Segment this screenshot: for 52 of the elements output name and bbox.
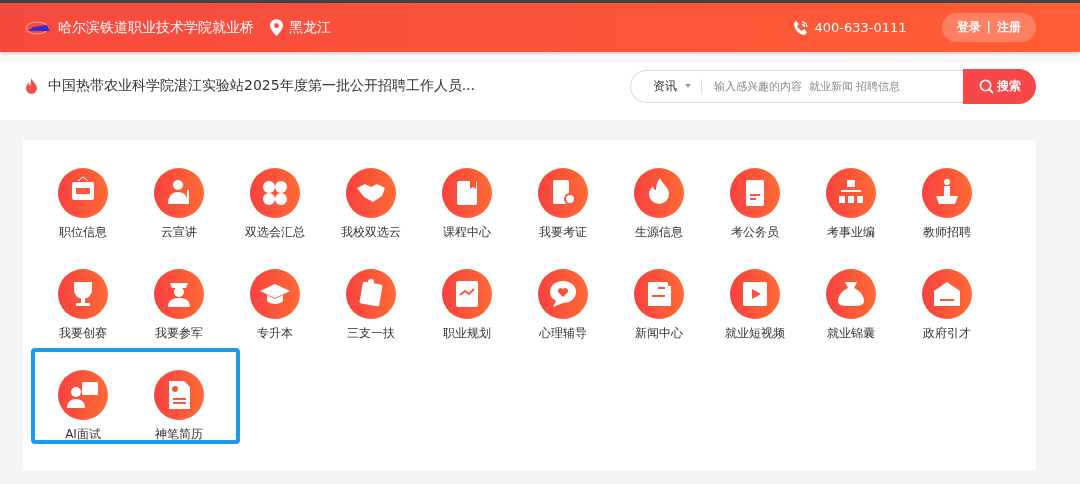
menu-item[interactable]: 教师招聘 bbox=[899, 168, 995, 241]
menu-item[interactable]: 心理辅导 bbox=[515, 269, 611, 342]
book-icon bbox=[442, 168, 492, 218]
search-button[interactable]: 搜索 bbox=[963, 68, 1036, 104]
menu-item[interactable]: 专升本 bbox=[227, 269, 323, 342]
menu-item[interactable]: 三支一扶 bbox=[323, 269, 419, 342]
menu-item[interactable]: 生源信息 bbox=[611, 168, 707, 241]
menu-item[interactable]: 我要参军 bbox=[131, 269, 227, 342]
newspaper-icon bbox=[634, 269, 684, 319]
flame-icon bbox=[25, 77, 38, 95]
flame-icon bbox=[634, 168, 684, 218]
trophy-icon bbox=[58, 269, 108, 319]
menu-item[interactable]: 我校双选云 bbox=[323, 168, 419, 241]
resume-icon bbox=[154, 370, 204, 420]
graduation-cap-icon bbox=[250, 269, 300, 319]
menu-item[interactable]: 政府引才 bbox=[899, 269, 995, 342]
heart-chat-icon bbox=[538, 269, 588, 319]
four-petal-icon bbox=[250, 168, 300, 218]
news-headline[interactable]: 中国热带农业科学院湛江实验站2025年度第一批公开招聘工作人员... bbox=[48, 77, 475, 95]
phone-number: 400-633-0111 bbox=[814, 20, 907, 35]
menu-item[interactable]: 就业短视频 bbox=[707, 269, 803, 342]
org-chart-icon bbox=[826, 168, 876, 218]
job-sign-icon bbox=[58, 168, 108, 218]
menu-item[interactable]: 课程中心 bbox=[419, 168, 515, 241]
video-icon bbox=[730, 269, 780, 319]
building-icon bbox=[922, 269, 972, 319]
chart-board-icon bbox=[442, 269, 492, 319]
menu-item[interactable]: 我要考证 bbox=[515, 168, 611, 241]
clipboard-icon bbox=[346, 269, 396, 319]
menu-item[interactable]: 考公务员 bbox=[707, 168, 803, 241]
search-icon bbox=[978, 78, 994, 94]
menu-item[interactable]: 就业锦囊 bbox=[803, 269, 899, 342]
menu-item[interactable]: AI面试 bbox=[35, 370, 131, 443]
menu-item[interactable]: 职业规划 bbox=[419, 269, 515, 342]
caret-icon bbox=[685, 84, 691, 88]
money-bag-icon bbox=[826, 269, 876, 319]
menu-item[interactable]: 我要创赛 bbox=[35, 269, 131, 342]
menu-item[interactable]: 新闻中心 bbox=[611, 269, 707, 342]
speaker-icon bbox=[154, 168, 204, 218]
phone-icon bbox=[792, 19, 809, 36]
menu-item[interactable]: 双选会汇总 bbox=[227, 168, 323, 241]
menu-item[interactable]: 职位信息 bbox=[35, 168, 131, 241]
video-interview-icon bbox=[58, 370, 108, 420]
category-dropdown[interactable]: 资讯 bbox=[653, 77, 691, 95]
lectern-icon bbox=[922, 168, 972, 218]
logo-icon bbox=[25, 20, 53, 35]
certificate-icon bbox=[538, 168, 588, 218]
menu-item[interactable]: 云宣讲 bbox=[131, 168, 227, 241]
menu-item[interactable]: 神笔简历 bbox=[131, 370, 227, 443]
menu-item[interactable]: 考事业编 bbox=[803, 168, 899, 241]
soldier-icon bbox=[154, 269, 204, 319]
location-pin-icon bbox=[270, 19, 283, 36]
